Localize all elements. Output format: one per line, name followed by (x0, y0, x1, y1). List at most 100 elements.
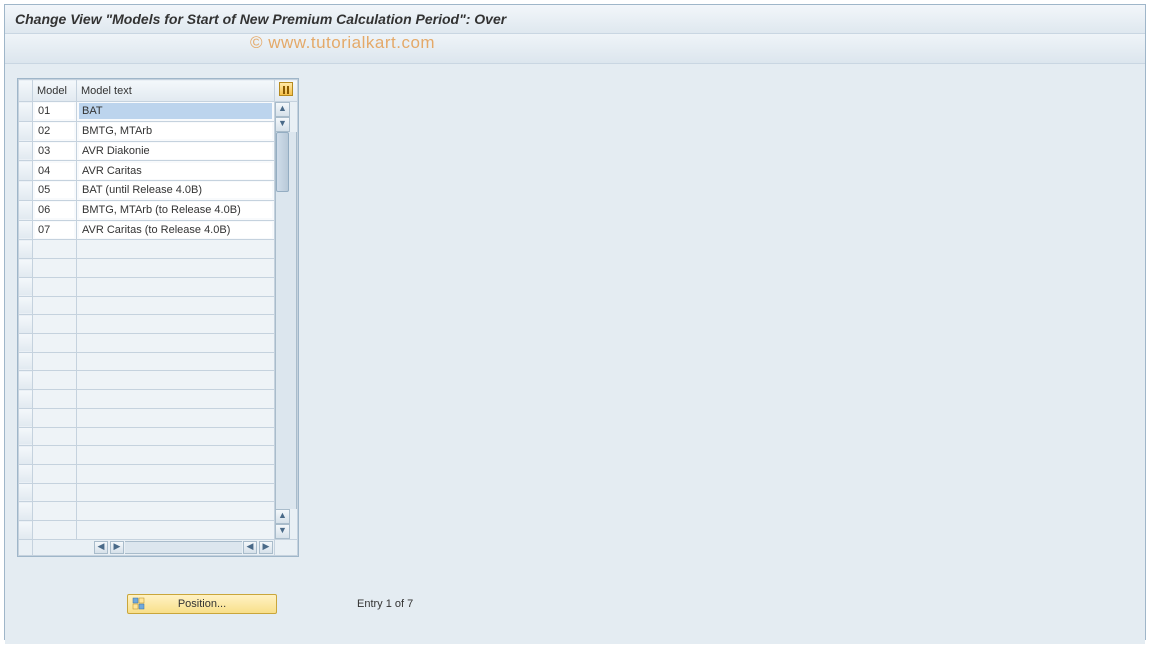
cell-model[interactable]: 05 (33, 181, 77, 201)
cell-model-text[interactable] (77, 502, 275, 521)
cell-model-text[interactable] (77, 333, 275, 352)
row-selector[interactable] (19, 181, 33, 201)
row-selector[interactable] (19, 200, 33, 220)
scroll-right-button-2[interactable]: ▶ (259, 541, 273, 554)
cell-model[interactable] (33, 408, 77, 427)
cell-model-text[interactable] (77, 277, 275, 296)
cell-model-text[interactable] (77, 464, 275, 483)
cell-model-text[interactable]: AVR Caritas (77, 161, 275, 181)
cell-model[interactable] (33, 446, 77, 465)
hscroll-track[interactable] (125, 541, 242, 554)
cell-model-text[interactable] (77, 483, 275, 502)
row-selector[interactable] (19, 102, 33, 122)
cell-model[interactable] (33, 315, 77, 334)
cell-model[interactable] (33, 240, 77, 259)
scroll-left-button[interactable]: ◀ (94, 541, 108, 554)
position-button[interactable]: Position... (127, 594, 277, 614)
hscroll-corner (19, 540, 33, 556)
row-selector[interactable] (19, 259, 33, 278)
table-row (19, 390, 298, 409)
cell-model-text[interactable] (77, 296, 275, 315)
horizontal-scrollbar-row: ◀▶◀▶ (19, 540, 298, 556)
column-config-button[interactable] (275, 80, 298, 102)
cell-model[interactable] (33, 333, 77, 352)
cell-model[interactable] (33, 296, 77, 315)
content-area: Model Model text 01BAT▲▼▲▼02BMTG, MTArb0… (5, 64, 1145, 644)
row-selector[interactable] (19, 371, 33, 390)
cell-model[interactable] (33, 371, 77, 390)
scroll-down-button[interactable]: ▼ (275, 117, 290, 132)
vertical-scrollbar[interactable]: ▲▼▲▼ (275, 102, 298, 540)
scroll-right-button[interactable]: ▶ (110, 541, 124, 554)
row-selector[interactable] (19, 502, 33, 521)
row-selector[interactable] (19, 390, 33, 409)
horizontal-scrollbar[interactable]: ◀▶◀▶ (33, 540, 275, 556)
cell-model-text[interactable]: BMTG, MTArb (to Release 4.0B) (77, 200, 275, 220)
table-row: 06BMTG, MTArb (to Release 4.0B) (19, 200, 298, 220)
cell-model-text[interactable]: BMTG, MTArb (77, 121, 275, 141)
cell-model-text[interactable]: AVR Diakonie (77, 141, 275, 161)
row-selector[interactable] (19, 333, 33, 352)
scroll-up-button-2[interactable]: ▲ (275, 509, 290, 524)
scroll-thumb[interactable] (276, 132, 289, 192)
table-row (19, 371, 298, 390)
cell-model[interactable]: 04 (33, 161, 77, 181)
cell-model[interactable] (33, 390, 77, 409)
row-selector[interactable] (19, 446, 33, 465)
cell-model-text[interactable] (77, 446, 275, 465)
cell-model[interactable] (33, 464, 77, 483)
cell-model[interactable]: 06 (33, 200, 77, 220)
row-selector[interactable] (19, 352, 33, 371)
cell-model-text[interactable] (77, 315, 275, 334)
cell-model-text[interactable] (77, 371, 275, 390)
row-selector[interactable] (19, 141, 33, 161)
cell-model-text[interactable] (77, 240, 275, 259)
cell-model-text[interactable] (77, 390, 275, 409)
row-selector[interactable] (19, 121, 33, 141)
cell-model-text[interactable] (77, 259, 275, 278)
row-selector[interactable] (19, 521, 33, 540)
table-row (19, 464, 298, 483)
cell-model[interactable] (33, 427, 77, 446)
row-selector[interactable] (19, 277, 33, 296)
row-selector[interactable] (19, 296, 33, 315)
cell-model-text[interactable]: BAT (77, 102, 275, 122)
table-row (19, 296, 298, 315)
row-selector[interactable] (19, 483, 33, 502)
cell-model-text[interactable]: AVR Caritas (to Release 4.0B) (77, 220, 275, 240)
table-row: 02BMTG, MTArb (19, 121, 298, 141)
cell-model[interactable] (33, 483, 77, 502)
row-selector[interactable] (19, 427, 33, 446)
cell-model[interactable]: 01 (33, 102, 77, 122)
cell-model[interactable]: 03 (33, 141, 77, 161)
row-selector[interactable] (19, 408, 33, 427)
cell-model[interactable] (33, 277, 77, 296)
cell-model[interactable]: 02 (33, 121, 77, 141)
table-row (19, 315, 298, 334)
column-header-model-text[interactable]: Model text (77, 80, 275, 102)
cell-model[interactable]: 07 (33, 220, 77, 240)
cell-model-text[interactable] (77, 352, 275, 371)
cell-model-text[interactable] (77, 521, 275, 540)
row-selector[interactable] (19, 240, 33, 259)
cell-model-text[interactable]: BAT (until Release 4.0B) (77, 181, 275, 201)
page-title: Change View "Models for Start of New Pre… (5, 5, 1145, 34)
scroll-down-button-2[interactable]: ▼ (275, 524, 290, 539)
cell-model[interactable] (33, 502, 77, 521)
row-selector[interactable] (19, 220, 33, 240)
cell-model[interactable] (33, 521, 77, 540)
scroll-up-button[interactable]: ▲ (275, 102, 290, 117)
scroll-track[interactable] (275, 132, 297, 509)
row-selector[interactable] (19, 315, 33, 334)
column-header-model[interactable]: Model (33, 80, 77, 102)
table-row (19, 446, 298, 465)
row-selector[interactable] (19, 161, 33, 181)
cell-model-text[interactable] (77, 427, 275, 446)
row-selector[interactable] (19, 464, 33, 483)
cell-model-text[interactable] (77, 408, 275, 427)
scroll-left-button-2[interactable]: ◀ (243, 541, 257, 554)
table-row: 05BAT (until Release 4.0B) (19, 181, 298, 201)
select-all-cell[interactable] (19, 80, 33, 102)
cell-model[interactable] (33, 352, 77, 371)
cell-model[interactable] (33, 259, 77, 278)
